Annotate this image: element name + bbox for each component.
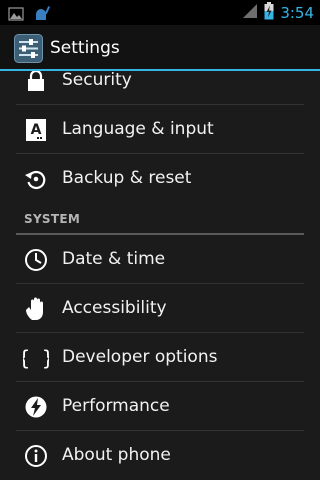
setting-label: Date & time [62,249,166,269]
setting-item-performance[interactable]: Performance [0,383,320,431]
signal-icon [242,3,258,23]
settings-sliders-icon[interactable] [14,34,43,63]
image-notification-icon [8,6,24,25]
divider [16,153,304,154]
page-title: Settings [50,38,120,58]
backup-restore-icon [22,165,50,193]
lock-icon [22,71,50,95]
section-header-system: SYSTEM [24,212,81,226]
setting-label: Accessibility [62,298,167,318]
divider [16,332,304,333]
setting-item-date-time[interactable]: Date & time [0,236,320,284]
lightning-icon [22,393,50,421]
setting-label: About phone [62,445,171,465]
setting-label: Performance [62,396,170,416]
setting-item-developer-options[interactable]: { } Developer options [0,334,320,382]
setting-item-backup-reset[interactable]: Backup & reset [0,155,320,203]
status-bar: 3:54 [0,0,320,25]
setting-label: Developer options [62,347,218,367]
setting-label: Language & input [62,119,214,139]
svg-text:A: A [31,122,42,138]
action-bar: Settings [0,25,320,71]
svg-text:{ }: { } [23,346,49,370]
hand-icon [22,295,50,323]
divider [16,104,304,105]
battery-charging-icon [264,2,274,24]
setting-item-security[interactable]: Security [0,71,320,105]
divider [16,430,304,431]
section-divider [16,233,304,235]
setting-item-language-input[interactable]: A Language & input [0,106,320,154]
settings-list[interactable]: Security A Language & input Backup & res… [0,71,320,480]
keyboard-a-icon: A [22,116,50,144]
setting-item-about-phone[interactable]: About phone [0,432,320,480]
android-debug-icon [32,4,51,26]
divider [16,381,304,382]
status-clock: 3:54 [280,4,314,22]
setting-label: Backup & reset [62,168,192,188]
setting-item-accessibility[interactable]: Accessibility [0,285,320,333]
braces-icon: { } [22,344,50,372]
info-icon [22,442,50,470]
clock-icon [22,246,50,274]
divider [16,283,304,284]
setting-label: Security [62,71,132,90]
